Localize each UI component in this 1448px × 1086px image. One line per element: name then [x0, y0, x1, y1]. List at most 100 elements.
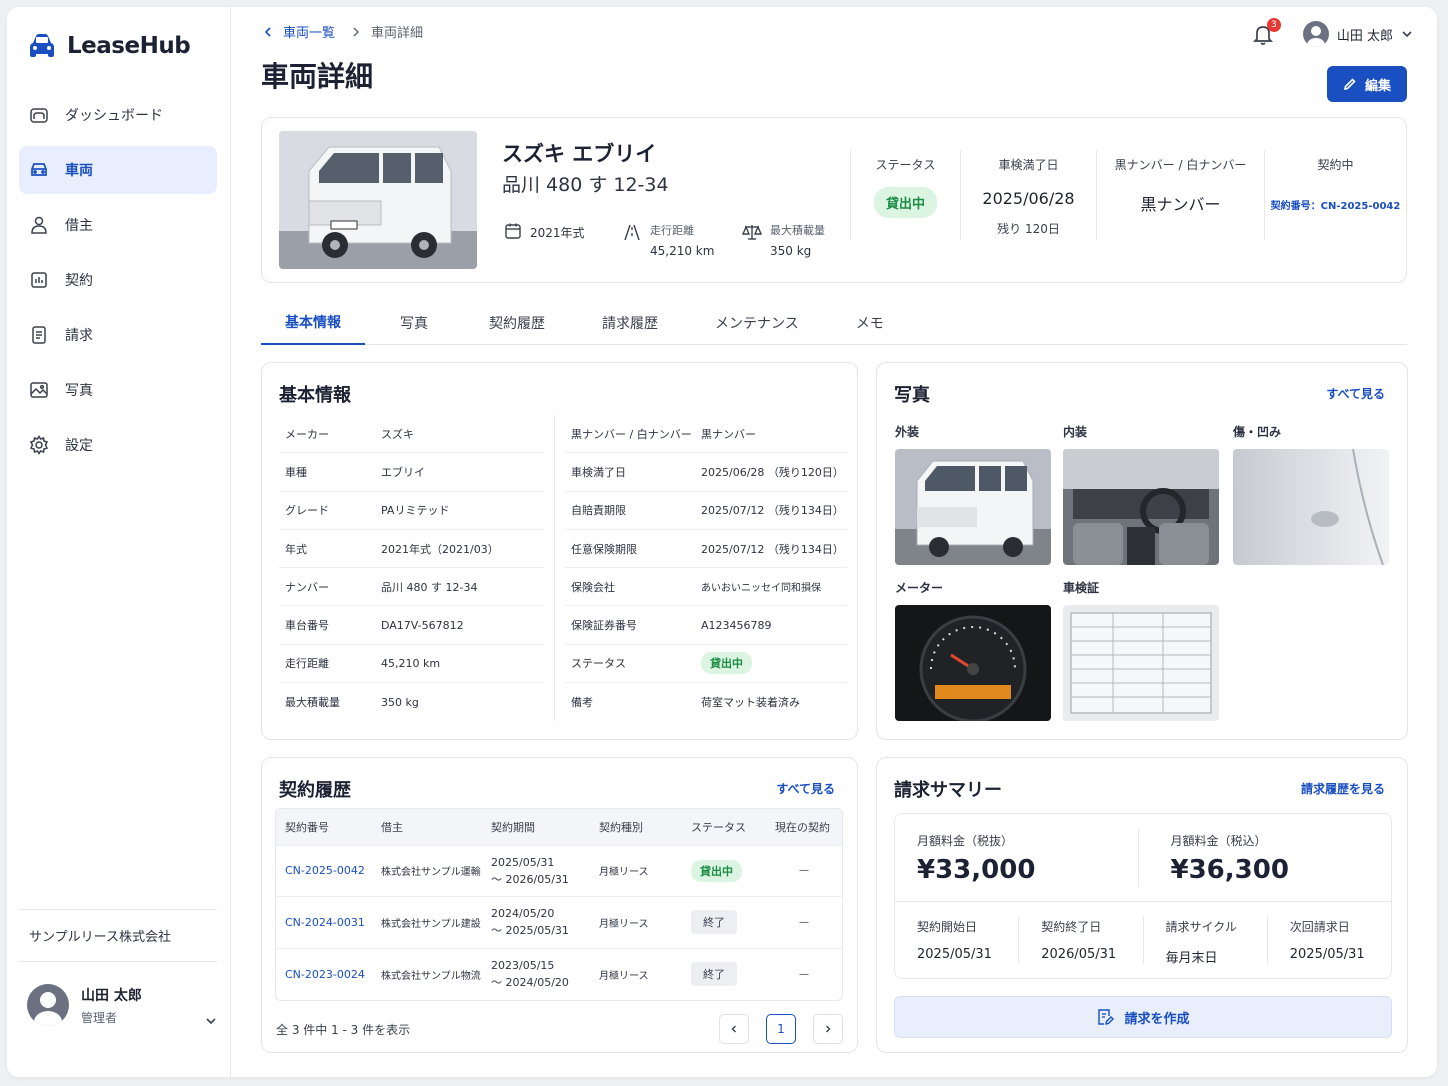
- info-key: 自賠責期限: [571, 504, 626, 518]
- tab-memo[interactable]: メモ: [830, 301, 910, 345]
- info-row: ナンバー 品川 480 す 12-34: [279, 568, 544, 607]
- photo-label-damage: 傷・凹み: [1233, 425, 1282, 439]
- info-value: 2025/07/12 （残り134日）: [701, 542, 844, 556]
- user-menu[interactable]: 山田 太郎: [1302, 21, 1413, 47]
- logo[interactable]: LeaseHub: [27, 31, 191, 61]
- summary-contract: 契約中 契約番号：CN-2025-0042: [1264, 150, 1406, 240]
- photo-exterior[interactable]: [895, 449, 1051, 565]
- contract-type: 月極リース: [590, 947, 682, 1000]
- prev-page-button[interactable]: [719, 1014, 749, 1044]
- spec-mileage-label: 走行距離: [650, 224, 694, 237]
- contract-period: 2025/05/31 ～ 2026/05/31: [482, 844, 590, 897]
- photo-label-certificate: 車検証: [1063, 581, 1100, 595]
- photos-title: 写真: [894, 385, 930, 406]
- next-page-button[interactable]: [813, 1014, 843, 1044]
- chevron-down-icon[interactable]: [205, 1015, 217, 1027]
- car-logo-icon: [30, 34, 54, 57]
- sidebar-item-invoices[interactable]: 請求: [19, 311, 217, 359]
- summary-plate-type-label: 黒ナンバー / 白ナンバー: [1114, 158, 1247, 172]
- sidebar-item-settings[interactable]: 設定: [19, 421, 217, 469]
- contract-status: 終了: [682, 896, 766, 948]
- photo-damage[interactable]: [1233, 449, 1389, 565]
- sidebar-item-vehicles[interactable]: 車両: [19, 146, 217, 194]
- contract-current: —: [766, 844, 842, 897]
- info-key: 備考: [571, 696, 593, 710]
- info-row: 走行距離 45,210 km: [279, 645, 544, 684]
- pagination-summary: 全 3 件中 1 - 3 件を表示: [276, 1023, 411, 1037]
- notification-button[interactable]: 3: [1251, 18, 1281, 46]
- vehicle-photo[interactable]: [279, 131, 477, 269]
- avatar: [27, 984, 69, 1026]
- tab-billing-history[interactable]: 請求履歴: [576, 301, 684, 345]
- period-to: ～ 2025/05/31: [491, 924, 569, 938]
- table-row[interactable]: CN-2025-0042 株式会社サンプル運輸 2025/05/31 ～ 2026…: [276, 844, 842, 897]
- app-name: LeaseHub: [67, 33, 191, 59]
- tab-photos[interactable]: 写真: [370, 301, 458, 345]
- detail-tabs: 基本情報 写真 契約履歴 請求履歴 メンテナンス メモ: [261, 301, 1407, 345]
- photo-certificate[interactable]: [1063, 605, 1219, 721]
- sidebar-item-borrowers[interactable]: 借主: [19, 201, 217, 249]
- basic-info-left: メーカー スズキ 車種 エブリイ グレード PAリミテッド 年式 2021年式（2021…: [279, 415, 555, 722]
- status-badge: 貸出中: [691, 859, 742, 882]
- chevron-left-icon: [731, 1025, 736, 1033]
- period-to: ～ 2026/05/31: [491, 872, 569, 886]
- table-header-row: 契約番号 借主 契約期間 契約種別 ステータス 現在の契約: [276, 809, 842, 845]
- invoice-edit-icon: [1098, 1009, 1115, 1025]
- sidebar-user[interactable]: 山田 太郎 管理者: [27, 975, 217, 1035]
- photo-meter[interactable]: [895, 605, 1051, 721]
- photo-label-interior: 内装: [1063, 425, 1088, 439]
- sidebar-item-photos[interactable]: 写真: [19, 366, 217, 414]
- tab-basic-info[interactable]: 基本情報: [261, 301, 365, 345]
- billing-detail: 請求サイクル 毎月末日: [1142, 916, 1267, 966]
- chevron-left-icon[interactable]: [263, 26, 273, 38]
- billing-amounts: 月額料金（税抜） ¥33,000 月額料金（税込） ¥36,300: [895, 814, 1391, 902]
- spec-mileage-value: 45,210 km: [650, 244, 715, 258]
- contract-number-link[interactable]: 契約番号：CN-2025-0042: [1265, 197, 1406, 212]
- topbar: 3 山田 太郎: [1251, 18, 1413, 47]
- contract-id-link[interactable]: CN-2024-0031: [276, 896, 372, 948]
- table-row[interactable]: CN-2024-0031 株式会社サンプル建設 2024/05/20 ～ 2025…: [276, 896, 842, 948]
- table-row[interactable]: CN-2023-0024 株式会社サンプル物流 2023/05/15 ～ 2024…: [276, 947, 842, 1000]
- info-key: 黒ナンバー / 白ナンバー: [571, 427, 692, 441]
- info-value: PAリミテッド: [381, 504, 450, 518]
- create-invoice-button[interactable]: 請求を作成: [894, 996, 1392, 1038]
- photos-card: 写真 すべて見る 外装 内装 傷・凹み メーター 車検証: [876, 362, 1408, 740]
- info-key: 年式: [285, 542, 307, 556]
- info-value: 350 kg: [381, 695, 419, 709]
- summary-inspection-remaining: 残り 120日: [997, 222, 1060, 236]
- info-value: 45,210 km: [381, 656, 441, 670]
- summary-inspection: 車検満了日 2025/06/28 残り 120日: [960, 150, 1096, 240]
- company-name: サンプルリース株式会社: [19, 909, 217, 962]
- info-key: 保険証券番号: [571, 619, 637, 633]
- contracts-see-all-link[interactable]: すべて見る: [776, 780, 835, 797]
- sidebar-item-dashboard[interactable]: ダッシュボード: [19, 91, 217, 139]
- col-header: 借主: [372, 809, 482, 845]
- billing-history-link[interactable]: 請求履歴を見る: [1301, 780, 1385, 797]
- info-row: 車検満了日 2025/06/28 （残り120日）: [565, 453, 847, 492]
- photo-interior[interactable]: [1063, 449, 1219, 565]
- main-content: 車両一覧 車両詳細 車両詳細 3 山田 太郎 編集 スズキ エブリイ 品川 48…: [231, 7, 1437, 1077]
- edit-button[interactable]: 編集: [1327, 66, 1407, 102]
- sidebar-item-contracts[interactable]: 契約: [19, 256, 217, 304]
- info-value: あいおいニッセイ同和損保: [701, 583, 821, 595]
- breadcrumb-vehicle-list[interactable]: 車両一覧: [283, 22, 335, 41]
- tab-maintenance[interactable]: メンテナンス: [689, 301, 825, 345]
- tab-contract-history[interactable]: 契約履歴: [463, 301, 571, 345]
- info-row: メーカー スズキ: [279, 415, 544, 454]
- chevron-down-icon: [1402, 31, 1412, 38]
- page-title: 車両詳細: [261, 60, 374, 93]
- photos-see-all-link[interactable]: すべて見る: [1326, 385, 1385, 402]
- summary-contract-label: 契約中: [1317, 158, 1354, 172]
- contract-id-link[interactable]: CN-2025-0042: [276, 844, 372, 897]
- calendar-icon: [505, 223, 521, 239]
- contract-borrower: 株式会社サンプル建設: [372, 896, 482, 948]
- info-key: ステータス: [571, 657, 626, 671]
- info-value: A123456789: [701, 618, 772, 632]
- status-badge: 終了: [691, 962, 737, 986]
- info-row: 車種 エブリイ: [279, 453, 544, 492]
- page-button[interactable]: 1: [766, 1014, 796, 1044]
- basic-info-right: 黒ナンバー / 白ナンバー 黒ナンバー 車検満了日 2025/06/28 （残り12…: [565, 415, 847, 721]
- sidebar-item-label: 設定: [65, 438, 93, 454]
- sidebar-item-label: 車両: [65, 163, 93, 179]
- contract-id-link[interactable]: CN-2023-0024: [276, 947, 372, 1000]
